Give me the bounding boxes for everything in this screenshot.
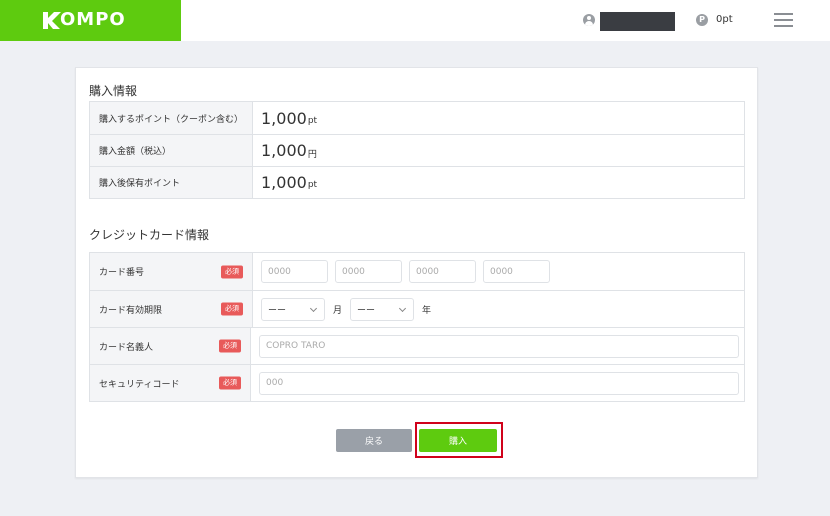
expiry-label: カード有効期限 必須 xyxy=(90,291,253,327)
chevron-down-icon xyxy=(309,304,318,312)
card-holder-input[interactable]: COPRO TARO xyxy=(259,334,739,358)
required-badge: 必須 xyxy=(219,376,241,390)
security-label: セキュリティコード 必須 xyxy=(90,365,251,401)
holder-input-wrap: COPRO TARO xyxy=(251,328,744,364)
logo-k-icon xyxy=(43,12,61,29)
year-unit: 年 xyxy=(422,305,432,316)
purchase-points-unit: pt xyxy=(307,115,318,126)
purchase-amount-number: 1,000 xyxy=(261,141,307,160)
holder-label-text: カード名義人 xyxy=(99,342,154,353)
purchase-points-label: 購入するポイント（クーポン含む） xyxy=(90,102,253,134)
card-number-row: カード番号 必須 0000 0000 0000 0000 xyxy=(90,253,744,290)
holder-label: カード名義人 必須 xyxy=(90,328,251,364)
expiry-row: カード有効期限 必須 ーー 月 ーー 年 xyxy=(90,290,744,327)
card-number-input-2[interactable]: 0000 xyxy=(335,260,402,283)
logo-text: OMPO xyxy=(60,9,126,30)
security-code-input[interactable]: 000 xyxy=(259,371,739,395)
buy-button[interactable]: 購入 xyxy=(419,429,497,452)
purchase-card: 購入情報 購入するポイント（クーポン含む） 1,000 pt 購入金額（税込） … xyxy=(75,67,758,478)
card-info-title: クレジットカード情報 xyxy=(89,228,210,242)
after-points-label: 購入後保有ポイント xyxy=(90,167,253,198)
username-redacted[interactable] xyxy=(600,12,675,31)
purchase-points-number: 1,000 xyxy=(261,108,307,128)
expiry-month-select[interactable]: ーー xyxy=(261,297,325,321)
purchase-points-value: 1,000 pt xyxy=(253,102,744,134)
purchase-info-table: 購入するポイント（クーポン含む） 1,000 pt 購入金額（税込） 1,000… xyxy=(89,101,745,199)
card-number-label-text: カード番号 xyxy=(99,268,145,278)
security-label-text: セキュリティコード xyxy=(99,379,180,390)
month-unit: 月 xyxy=(333,305,343,316)
required-badge: 必須 xyxy=(221,265,243,278)
expiry-year-value: ーー xyxy=(357,305,376,316)
purchase-amount-value: 1,000 円 xyxy=(253,135,744,166)
back-button[interactable]: 戻る xyxy=(336,429,412,452)
expiry-year-select[interactable]: ーー xyxy=(350,297,415,321)
card-number-input-4[interactable]: 0000 xyxy=(483,260,550,283)
after-points-row: 購入後保有ポイント 1,000 pt xyxy=(90,166,744,198)
card-number-input-3[interactable]: 0000 xyxy=(409,260,476,283)
security-input-wrap: 000 xyxy=(251,365,744,401)
purchase-points-row: 購入するポイント（クーポン含む） 1,000 pt xyxy=(90,102,744,134)
card-number-inputs: 0000 0000 0000 0000 xyxy=(253,253,744,290)
card-number-input-1[interactable]: 0000 xyxy=(261,260,328,283)
required-badge: 必須 xyxy=(221,302,243,316)
expiry-label-text: カード有効期限 xyxy=(99,305,163,316)
expiry-month-value: ーー xyxy=(268,305,287,316)
purchase-amount-row: 購入金額（税込） 1,000 円 xyxy=(90,134,744,166)
top-header: OMPO P 0pt xyxy=(0,0,830,41)
after-points-value: 1,000 pt xyxy=(253,167,744,198)
hamburger-menu-icon[interactable] xyxy=(774,13,793,28)
holder-row: カード名義人 必須 COPRO TARO xyxy=(90,327,744,364)
purchase-amount-label: 購入金額（税込） xyxy=(90,135,253,166)
user-icon[interactable] xyxy=(583,14,595,26)
card-number-label: カード番号 必須 xyxy=(90,253,253,290)
chevron-down-icon xyxy=(398,304,407,312)
after-points-unit: pt xyxy=(307,180,318,190)
point-icon: P xyxy=(696,14,708,26)
expiry-selects: ーー 月 ーー 年 xyxy=(253,291,744,327)
after-points-number: 1,000 xyxy=(261,173,307,192)
required-badge: 必須 xyxy=(219,339,241,353)
kompo-logo[interactable]: OMPO xyxy=(0,0,181,41)
card-info-table: カード番号 必須 0000 0000 0000 0000 カード有効期限 必須 … xyxy=(89,252,745,402)
security-row: セキュリティコード 必須 000 xyxy=(90,364,744,401)
purchase-amount-unit: 円 xyxy=(307,149,317,160)
points-balance: 0pt xyxy=(716,14,733,25)
purchase-info-title: 購入情報 xyxy=(89,84,138,98)
